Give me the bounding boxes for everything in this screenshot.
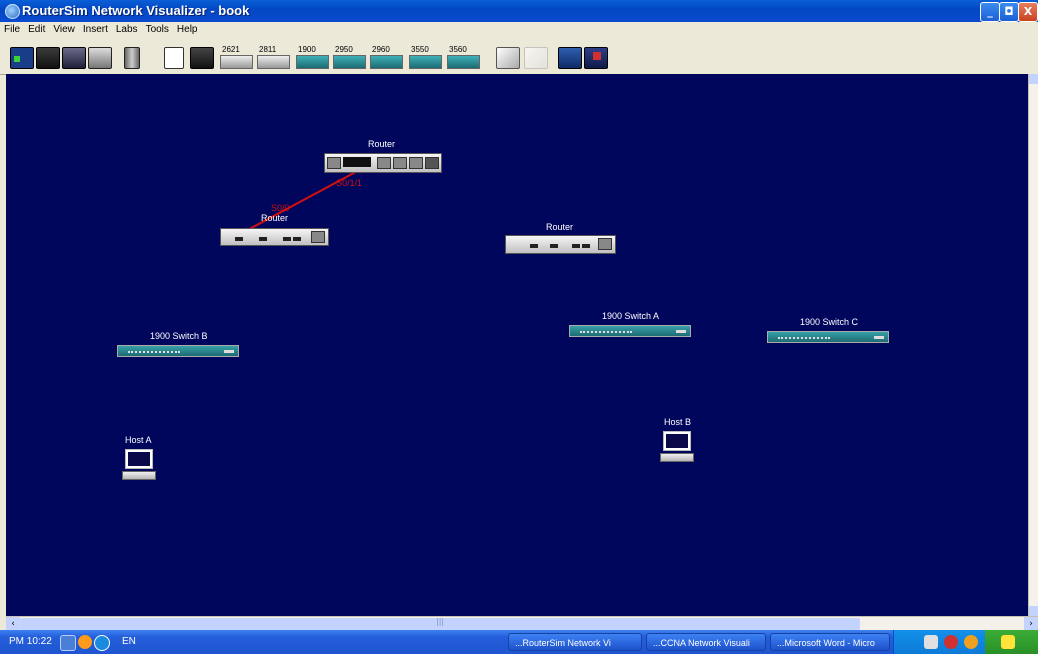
switch-3550-label: 3550 <box>411 45 429 54</box>
switch-b-label: 1900 Switch B <box>150 331 208 341</box>
menu-edit[interactable]: Edit <box>24 23 49 35</box>
print-icon[interactable] <box>88 47 112 69</box>
switch-1900-label: 1900 <box>298 45 316 54</box>
menu-view[interactable]: View <box>49 23 79 35</box>
taskbar-item-routersim[interactable]: ...RouterSim Network Vi <box>508 633 642 651</box>
quicklaunch-media-icon[interactable] <box>94 635 110 651</box>
switch-3560-button[interactable]: 3560 <box>447 45 480 69</box>
router-right-label: Router <box>546 222 574 232</box>
connect-tool-icon[interactable] <box>496 47 520 69</box>
vertical-scrollbar[interactable] <box>1028 74 1038 616</box>
router-top-label: Router <box>368 139 396 149</box>
switch-2960-button[interactable]: 2960 <box>370 45 403 69</box>
router-top[interactable] <box>324 153 442 173</box>
switch-2960-label: 2960 <box>372 45 390 54</box>
taskbar-item-ccna[interactable]: ...CCNA Network Visuali <box>646 633 766 651</box>
router-2811-label: 2811 <box>259 45 277 54</box>
system-tray <box>893 630 987 654</box>
menu-file[interactable]: File <box>0 23 24 35</box>
switch-1900-button[interactable]: 1900 <box>296 45 329 69</box>
horizontal-scrollbar[interactable]: ‹ ||| › <box>6 616 1038 631</box>
toolbar: 2621 2811 1900 2950 2960 3550 3560 <box>0 38 1038 75</box>
link-label-s011: S0/1/1 <box>336 178 363 188</box>
new-document-icon[interactable] <box>164 47 184 69</box>
switch-2950-button[interactable]: 2950 <box>333 45 366 69</box>
windows-taskbar: PM 10:22 EN ...RouterSim Network Vi ...C… <box>0 630 1038 654</box>
quicklaunch-desktop-icon[interactable] <box>60 635 76 651</box>
tray-network-icon[interactable] <box>924 635 938 649</box>
workstation-icon[interactable] <box>190 47 214 69</box>
app-icon <box>5 4 20 19</box>
router-2811-button[interactable]: 2811 <box>257 45 290 69</box>
close-button[interactable]: X <box>1018 2 1038 22</box>
router-left-label: Router <box>261 213 289 223</box>
switch-c-label: 1900 Switch C <box>800 317 859 327</box>
switch-a-label: 1900 Switch A <box>602 311 660 321</box>
menu-tools[interactable]: Tools <box>142 23 173 35</box>
restore-button[interactable]: ◘ <box>999 2 1019 22</box>
language-bar[interactable] <box>985 630 1038 654</box>
language-bar-icon[interactable] <box>1001 635 1015 649</box>
switch-c[interactable] <box>767 331 889 343</box>
menu-insert[interactable]: Insert <box>79 23 112 35</box>
tray-app-icon[interactable] <box>964 635 978 649</box>
scroll-grip-icon: ||| <box>436 617 445 626</box>
window-titlebar: RouterSim Network Visualizer - book _ ◘ … <box>0 0 1038 22</box>
router-2621-button[interactable]: 2621 <box>220 45 253 69</box>
router-right[interactable] <box>505 235 616 254</box>
menu-help[interactable]: Help <box>173 23 202 35</box>
scroll-up-button[interactable] <box>1029 74 1038 84</box>
menu-bar: File Edit View Insert Labs Tools Help <box>0 22 1038 38</box>
open-folder-icon[interactable] <box>36 47 60 69</box>
language-indicator[interactable]: EN <box>122 636 136 647</box>
scroll-left-button[interactable]: ‹ <box>6 617 20 631</box>
disconnect-tool-icon[interactable] <box>524 47 548 69</box>
console-icon[interactable] <box>584 47 608 69</box>
switch-3560-label: 3560 <box>449 45 467 54</box>
window-title: RouterSim Network Visualizer - book <box>22 3 250 18</box>
scroll-down-button[interactable] <box>1029 606 1038 616</box>
scroll-right-button[interactable]: › <box>1024 617 1038 631</box>
router-left[interactable] <box>220 228 329 246</box>
taskbar-item-word[interactable]: ...Microsoft Word - Micro <box>770 633 890 651</box>
network-canvas[interactable]: Router S0/1/1 S0/0 Router Router 1900 Sw… <box>6 74 1028 616</box>
delete-icon[interactable] <box>124 47 140 69</box>
host-a-label: Host A <box>125 435 152 445</box>
quicklaunch-browser-icon[interactable] <box>78 635 92 649</box>
menu-labs[interactable]: Labs <box>112 23 142 35</box>
link-label-s00: S0/0 <box>271 203 290 213</box>
router-2621-label: 2621 <box>222 45 240 54</box>
taskbar-clock: PM 10:22 <box>9 636 52 647</box>
new-network-icon[interactable] <box>10 47 34 69</box>
switch-b[interactable] <box>117 345 239 357</box>
minimize-button[interactable]: _ <box>980 2 1000 22</box>
switch-3550-button[interactable]: 3550 <box>409 45 442 69</box>
switch-a[interactable] <box>569 325 691 337</box>
host-a[interactable] <box>122 449 156 483</box>
host-b-label: Host B <box>664 417 692 427</box>
switch-2950-label: 2950 <box>335 45 353 54</box>
host-b[interactable] <box>660 431 694 465</box>
tray-security-icon[interactable] <box>944 635 958 649</box>
save-icon[interactable] <box>62 47 86 69</box>
lab-navigator-icon[interactable] <box>558 47 582 69</box>
